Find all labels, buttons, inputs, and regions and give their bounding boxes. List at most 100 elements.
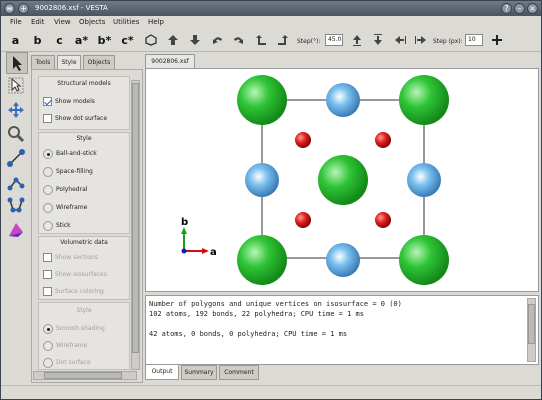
file-tab[interactable]: 9002806.xsf <box>145 54 195 68</box>
tab-comment[interactable]: Comment <box>219 365 259 380</box>
rotate-right-icon[interactable] <box>230 32 247 49</box>
radio-icon[interactable] <box>43 220 53 231</box>
rotate-up-icon[interactable] <box>164 32 181 49</box>
orientation-icon[interactable] <box>142 32 159 49</box>
view-along-c-button[interactable]: c <box>51 32 68 49</box>
step-px-input[interactable]: 10 <box>465 34 483 46</box>
rotate-cw-icon[interactable] <box>274 32 291 49</box>
scroll-thumb[interactable] <box>528 304 535 344</box>
view-along-c-star-button[interactable]: c* <box>119 32 136 49</box>
view-along-b-star-button[interactable]: b* <box>96 32 113 49</box>
tab-objects[interactable]: Objects <box>83 55 115 69</box>
blue-atom[interactable] <box>245 163 279 197</box>
menu-help[interactable]: Help <box>148 18 164 26</box>
radio-selected-icon[interactable] <box>43 323 53 334</box>
output-line: 102 atoms, 192 bonds, 22 polyhedra; CPU … <box>149 310 364 318</box>
move-tool-icon[interactable] <box>6 100 28 122</box>
menu-utilities[interactable]: Utilities <box>113 18 139 26</box>
show-dot-surface-checkbox[interactable]: Show dot surface <box>43 113 107 124</box>
menu-edit[interactable]: Edit <box>31 18 45 26</box>
step-degree-input[interactable]: 45.0 <box>325 34 343 46</box>
show-isosurfaces-checkbox[interactable]: Show isosurfaces <box>43 269 107 280</box>
distance-tool-icon[interactable] <box>6 148 28 170</box>
show-models-checkbox[interactable]: Show models <box>43 96 95 107</box>
checkbox-checked-icon[interactable] <box>43 97 52 106</box>
surface-coloring-checkbox[interactable]: Surface coloring <box>43 286 104 297</box>
menu-objects[interactable]: Objects <box>79 18 105 26</box>
tab-output[interactable]: Output <box>145 365 179 380</box>
green-atom[interactable] <box>399 75 449 125</box>
tab-style[interactable]: Style <box>57 55 81 69</box>
radio-stick[interactable]: Stick <box>43 220 71 231</box>
show-sections-checkbox[interactable]: Show sections <box>43 252 98 263</box>
radio-icon[interactable] <box>43 340 53 351</box>
translate-icon[interactable] <box>488 32 505 49</box>
rotate-ccw-icon[interactable] <box>252 32 269 49</box>
blue-atom[interactable] <box>326 243 360 277</box>
dihedral-tool-icon[interactable] <box>6 196 28 218</box>
title-bar: ≡ + 9002806.xsf - VESTA ? – × <box>1 1 541 16</box>
view-along-a-star-button[interactable]: a* <box>73 32 90 49</box>
move-down-icon[interactable] <box>369 32 386 49</box>
crystal-structure-view[interactable]: b a <box>146 69 538 291</box>
menu-view[interactable]: View <box>54 18 71 26</box>
radio-icon[interactable] <box>43 202 53 213</box>
menu-bar: File Edit View Objects Utilities Help <box>1 16 541 29</box>
select-area-icon[interactable] <box>6 76 28 98</box>
green-atom[interactable] <box>237 75 287 125</box>
checkbox-icon[interactable] <box>43 253 52 262</box>
scroll-thumb[interactable] <box>44 372 122 379</box>
lattice-plane-tool-icon[interactable] <box>6 220 28 242</box>
green-atom[interactable] <box>399 235 449 285</box>
move-left-icon[interactable] <box>391 32 408 49</box>
minimize-icon[interactable]: – <box>514 3 525 14</box>
radio-space-filling[interactable]: Space-filling <box>43 166 93 177</box>
radio-smooth-shading[interactable]: Smooth shading <box>43 323 105 334</box>
radio-vol-wireframe[interactable]: Wireframe <box>43 340 87 351</box>
radio-dot-surface[interactable]: Dot surface <box>43 357 91 368</box>
radio-icon[interactable] <box>43 357 53 368</box>
volumetric-data-section: Volumetric data Show sections Show isosu… <box>38 236 130 300</box>
scroll-thumb[interactable] <box>132 83 139 353</box>
menu-file[interactable]: File <box>10 18 22 26</box>
angle-tool-icon[interactable] <box>6 172 28 194</box>
pin-icon[interactable]: + <box>18 3 29 14</box>
green-atom[interactable] <box>318 155 368 205</box>
style-title: Style <box>76 135 92 142</box>
panel-horizontal-scrollbar[interactable] <box>33 371 137 380</box>
tab-summary[interactable]: Summary <box>181 365 217 380</box>
radio-wireframe[interactable]: Wireframe <box>43 202 87 213</box>
blue-atom[interactable] <box>326 83 360 117</box>
red-atom[interactable] <box>375 212 391 228</box>
rotate-down-icon[interactable] <box>186 32 203 49</box>
tab-tools[interactable]: Tools <box>31 55 55 69</box>
checkbox-icon[interactable] <box>43 114 52 123</box>
magnify-tool-icon[interactable] <box>6 124 28 146</box>
view-along-b-button[interactable]: b <box>29 32 46 49</box>
checkbox-icon[interactable] <box>43 270 52 279</box>
structure-viewport[interactable]: b a <box>145 68 539 292</box>
output-text-area[interactable]: Number of polygons and unique vertices o… <box>145 295 539 365</box>
output-scrollbar[interactable] <box>527 298 536 362</box>
select-tool-icon[interactable] <box>6 52 28 74</box>
radio-polyhedral[interactable]: Polyhedral <box>43 184 87 195</box>
red-atom[interactable] <box>295 132 311 148</box>
red-atom[interactable] <box>375 132 391 148</box>
radio-selected-icon[interactable] <box>43 148 53 159</box>
green-atom[interactable] <box>237 235 287 285</box>
move-right-icon[interactable] <box>412 32 429 49</box>
panel-vertical-scrollbar[interactable] <box>131 80 140 370</box>
app-menu-icon[interactable]: ≡ <box>4 3 15 14</box>
view-along-a-button[interactable]: a <box>7 32 24 49</box>
rotate-left-icon[interactable] <box>208 32 225 49</box>
blue-atom[interactable] <box>407 163 441 197</box>
help-icon[interactable]: ? <box>501 3 512 14</box>
style-section: Style Ball-and-stick Space-filling Polyh… <box>38 132 130 234</box>
radio-icon[interactable] <box>43 166 53 177</box>
checkbox-icon[interactable] <box>43 287 52 296</box>
close-icon[interactable]: × <box>527 3 538 14</box>
red-atom[interactable] <box>295 212 311 228</box>
radio-ball-and-stick[interactable]: Ball-and-stick <box>43 148 97 159</box>
radio-icon[interactable] <box>43 184 53 195</box>
move-up-icon[interactable] <box>348 32 365 49</box>
